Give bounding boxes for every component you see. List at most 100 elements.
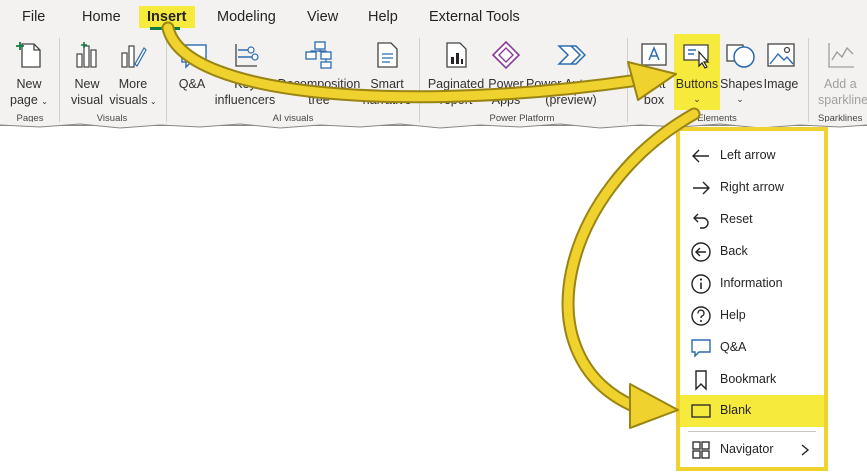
chevron-down-icon: ⌄ <box>693 94 701 104</box>
right-arrow-icon <box>693 181 710 195</box>
more-visuals-icon <box>121 45 147 68</box>
information-icon <box>691 274 711 294</box>
group-separator <box>59 38 60 122</box>
navigator-icon <box>692 441 710 459</box>
blank-icon <box>691 404 711 418</box>
reset-icon <box>693 213 709 229</box>
dropdown-item-label: Back <box>720 244 748 258</box>
group-separator <box>419 38 420 122</box>
paginated-report-button[interactable]: Paginated report <box>426 34 486 112</box>
add-sparkline-button[interactable]: Add a sparkline <box>814 34 867 112</box>
power-automate-label-2: (preview) <box>545 93 597 107</box>
image-label: Image <box>763 77 799 91</box>
new-page-label-1: New <box>16 77 42 91</box>
menu-external-tools[interactable]: External Tools <box>425 6 524 28</box>
menu-insert[interactable]: Insert <box>139 6 195 28</box>
more-visuals-label-1: More <box>118 77 148 91</box>
qa-button[interactable]: Q&A <box>172 34 212 112</box>
more-visuals-button[interactable]: More visuals ⌄ <box>108 34 158 112</box>
arrowhead-2 <box>629 383 679 429</box>
group-separator <box>627 38 628 122</box>
dropdown-item-label: Left arrow <box>720 148 776 162</box>
menu-file[interactable]: File <box>18 6 49 28</box>
smart-narrative-button[interactable]: Smart narrative <box>362 34 412 112</box>
more-visuals-label-2: visuals <box>109 93 148 107</box>
decomposition-tree-button[interactable]: Decomposition tree <box>276 34 362 112</box>
decomposition-tree-label-1: Decomposition <box>277 77 361 91</box>
add-sparkline-label-1: Add a <box>824 77 857 91</box>
smart-narrative-label-1: Smart <box>370 77 404 91</box>
dropdown-item-information[interactable]: Information <box>680 269 824 299</box>
dropdown-item-left-arrow[interactable]: Left arrow <box>680 141 824 171</box>
left-arrow-icon <box>692 149 709 163</box>
bookmark-icon <box>695 370 707 391</box>
add-sparkline-label-2: sparkline <box>818 93 867 107</box>
image-button[interactable]: Image <box>760 34 802 112</box>
back-icon <box>691 242 711 262</box>
menu-modeling[interactable]: Modeling <box>213 6 280 28</box>
power-automate-label-1: Power Automate <box>526 77 618 91</box>
decomposition-tree-label-2: tree <box>308 93 330 107</box>
group-separator <box>808 38 809 122</box>
smart-narrative-label-2: narrative <box>362 93 412 107</box>
chevron-right-icon <box>801 444 810 456</box>
dropdown-item-label: Blank <box>720 403 752 417</box>
chevron-down-icon: ⌄ <box>147 97 157 106</box>
dropdown-item-label: Right arrow <box>720 180 784 194</box>
shapes-icon <box>726 44 755 68</box>
menu-help[interactable]: Help <box>364 6 402 28</box>
menu-home[interactable]: Home <box>78 6 125 28</box>
dropdown-separator <box>688 431 816 432</box>
new-page-label-2: page <box>10 93 38 107</box>
text-box-label-1: Text <box>642 77 666 91</box>
power-automate-icon <box>557 45 586 65</box>
image-icon <box>767 43 795 67</box>
dropdown-item-qa[interactable]: Q&A <box>680 333 824 363</box>
new-page-icon <box>16 42 41 68</box>
new-visual-button[interactable]: New visual <box>64 34 110 112</box>
buttons-label: Buttons <box>675 77 719 91</box>
ribbon: New page ⌄ Pages New visual More visuals… <box>0 34 867 126</box>
dropdown-item-label: Q&A <box>720 340 747 354</box>
dropdown-item-blank[interactable]: Blank <box>680 395 824 427</box>
qa-bubble-icon <box>691 339 711 358</box>
decomposition-tree-icon <box>305 41 332 69</box>
dropdown-item-reset[interactable]: Reset <box>680 205 824 235</box>
paginated-report-label-1: Paginated <box>427 77 485 91</box>
new-page-button[interactable]: New page ⌄ <box>4 34 54 112</box>
new-visual-icon <box>76 42 97 68</box>
text-box-label-2: box <box>643 93 665 107</box>
menu-bar: File Home Insert Modeling View Help Exte… <box>0 0 867 34</box>
key-influencers-label-2: influencers <box>214 93 276 107</box>
shapes-label: Shapes <box>720 77 763 91</box>
power-apps-button[interactable]: Power Apps <box>486 34 526 112</box>
dropdown-item-navigator[interactable]: Navigator <box>680 435 824 465</box>
dropdown-item-label: Navigator <box>720 442 774 456</box>
help-icon <box>691 306 711 326</box>
chevron-down-icon: ⌄ <box>736 94 744 104</box>
dropdown-item-label: Information <box>720 276 783 290</box>
buttons-button[interactable]: Buttons ⌄ <box>674 34 720 110</box>
text-box-icon <box>641 43 667 66</box>
chevron-down-icon: ⌄ <box>41 97 48 106</box>
text-box-button[interactable]: Text box <box>634 34 674 112</box>
key-influencers-button[interactable]: Key influencers <box>214 34 276 112</box>
power-apps-label-1: Power <box>488 77 524 91</box>
key-influencers-label-1: Key <box>234 77 256 91</box>
sparkline-icon <box>828 43 854 68</box>
paginated-report-label-2: report <box>439 93 473 107</box>
power-automate-button[interactable]: Power Automate (preview) <box>526 34 618 112</box>
dropdown-item-right-arrow[interactable]: Right arrow <box>680 173 824 203</box>
dropdown-item-bookmark[interactable]: Bookmark <box>680 365 824 395</box>
menu-view[interactable]: View <box>303 6 342 28</box>
smart-narrative-icon <box>377 42 398 68</box>
new-visual-label-2: visual <box>71 93 103 107</box>
group-separator <box>166 38 167 122</box>
dropdown-item-help[interactable]: Help <box>680 301 824 331</box>
shapes-button[interactable]: Shapes ⌄ <box>720 34 763 112</box>
qa-label: Q&A <box>178 77 206 91</box>
qa-icon <box>181 44 207 69</box>
dropdown-item-back[interactable]: Back <box>680 237 824 267</box>
dropdown-item-label: Help <box>720 308 746 322</box>
active-tab-underline <box>150 27 180 30</box>
